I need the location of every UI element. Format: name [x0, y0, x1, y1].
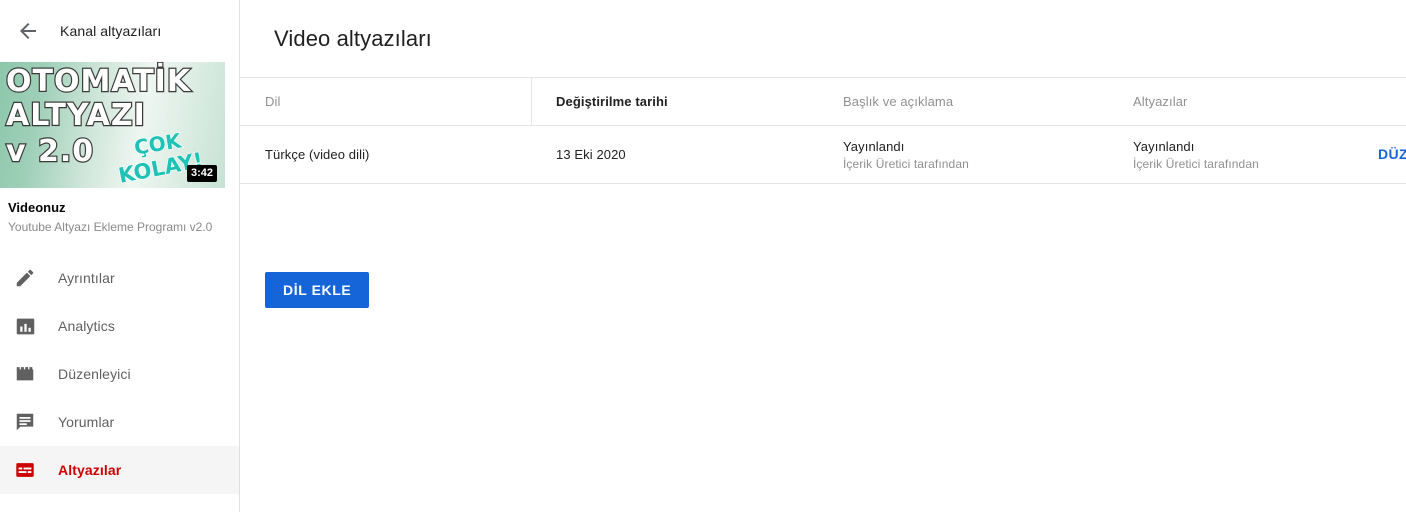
subtitle-status-author: İçerik Üretici tarafından — [1133, 156, 1259, 171]
sidebar-header-title: Kanal altyazıları — [60, 23, 162, 39]
add-language-button[interactable]: DİL EKLE — [265, 272, 370, 308]
video-thumbnail[interactable]: OTOMATİK ALTYAZI v 2.0 ÇOK KOLAY! 3:42 — [0, 62, 225, 188]
subtitle-status: Yayınlandı — [1133, 138, 1195, 154]
video-duration-badge: 3:42 — [186, 165, 217, 182]
sidebar-item-editor[interactable]: Düzenleyici — [0, 350, 239, 398]
column-header-modified: Değiştirilme tarihi — [556, 94, 668, 109]
cell-modified: 13 Eki 2020 — [531, 147, 821, 162]
sidebar-item-label: Düzenleyici — [58, 366, 131, 382]
sidebar-item-analytics[interactable]: Analytics — [0, 302, 239, 350]
sidebar-item-subtitles[interactable]: Altyazılar — [0, 446, 239, 494]
video-title: Videonuz — [8, 200, 66, 215]
table-row[interactable]: Türkçe (video dili) 13 Eki 2020 Yayınlan… — [240, 126, 1406, 184]
page-title: Video altyazıları — [274, 25, 432, 51]
clapperboard-icon — [12, 361, 38, 387]
arrow-left-icon — [20, 23, 36, 39]
cell-language: Türkçe (video dili) — [240, 147, 531, 162]
sidebar-header: Kanal altyazıları — [0, 0, 239, 62]
cell-subtitles: Yayınlandı İçerik Üretici tarafından — [1111, 139, 1366, 171]
thumbnail-text-line-1: OTOMATİK — [5, 63, 192, 100]
cell-title-description: Yayınlandı İçerik Üretici tarafından — [821, 139, 1111, 171]
table-header-row: Dil Değiştirilme tarihi Başlık ve açıkla… — [240, 78, 1406, 126]
sidebar: Kanal altyazıları OTOMATİK ALTYAZI v 2.0… — [0, 0, 240, 512]
modified-date-value: 13 Eki 2020 — [556, 147, 626, 162]
cell-actions: DÜZENLE — [1366, 146, 1406, 164]
column-header-title-description: Başlık ve açıklama — [843, 94, 954, 109]
edit-link[interactable]: DÜZENLE — [1378, 146, 1406, 162]
add-language-row: DİL EKLE — [240, 184, 1406, 308]
pencil-icon — [12, 265, 38, 291]
sidebar-item-comments[interactable]: Yorumlar — [0, 398, 239, 446]
sidebar-item-label: Yorumlar — [58, 414, 115, 430]
title-status-author: İçerik Üretici tarafından — [843, 156, 969, 171]
column-header-language: Dil — [265, 94, 281, 109]
sidebar-item-label: Analytics — [58, 318, 115, 334]
subtitles-table: Dil Değiştirilme tarihi Başlık ve açıkla… — [240, 78, 1406, 184]
back-button[interactable] — [8, 11, 48, 51]
title-status: Yayınlandı — [843, 138, 905, 154]
language-value: Türkçe (video dili) — [265, 147, 370, 162]
video-subtitle: Youtube Altyazı Ekleme Programı v2.0 — [8, 220, 213, 234]
sidebar-nav: Ayrıntılar Analytics Düzenleyici Yorumla… — [0, 254, 239, 494]
bar-chart-icon — [12, 313, 38, 339]
video-meta: Videonuz Youtube Altyazı Ekleme Programı… — [0, 188, 239, 244]
comment-icon — [12, 409, 38, 435]
sidebar-item-label: Ayrıntılar — [58, 270, 115, 286]
sidebar-item-details[interactable]: Ayrıntılar — [0, 254, 239, 302]
thumbnail-text-line-3: v 2.0 — [5, 133, 95, 170]
sidebar-item-label: Altyazılar — [58, 462, 122, 478]
main-content: Video altyazıları Dil Değiştirilme tarih… — [240, 0, 1406, 512]
subtitles-icon — [12, 457, 38, 483]
main-header: Video altyazıları — [240, 0, 1406, 78]
thumbnail-text-line-2: ALTYAZI — [5, 97, 146, 134]
youtube-studio-subtitles-page: Kanal altyazıları OTOMATİK ALTYAZI v 2.0… — [0, 0, 1406, 512]
column-header-subtitles: Altyazılar — [1133, 94, 1188, 109]
